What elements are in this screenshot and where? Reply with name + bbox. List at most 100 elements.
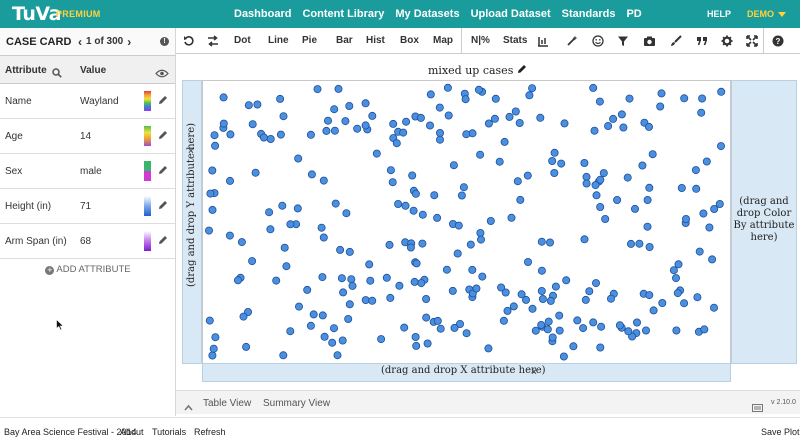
case-point[interactable] [208, 351, 217, 360]
case-point[interactable] [339, 288, 348, 297]
case-point[interactable] [433, 316, 442, 325]
case-point[interactable] [695, 247, 704, 256]
case-point[interactable] [497, 283, 506, 292]
case-point[interactable] [632, 318, 641, 327]
plot-type-dot[interactable]: Dot [234, 35, 251, 46]
case-point[interactable] [210, 131, 219, 140]
case-point[interactable] [692, 184, 701, 193]
nav-link-my-datasets[interactable]: My Datasets [395, 8, 459, 20]
case-point[interactable] [702, 157, 711, 166]
case-point[interactable] [644, 122, 653, 131]
case-point[interactable] [318, 311, 327, 320]
case-point[interactable] [318, 273, 327, 282]
help-icon[interactable]: ? [772, 34, 784, 52]
case-point[interactable] [208, 205, 217, 214]
case-point[interactable] [276, 130, 285, 139]
case-point[interactable] [604, 122, 613, 131]
pencil-icon[interactable] [158, 95, 168, 108]
case-point[interactable] [324, 116, 333, 125]
add-attribute-button[interactable]: + ADD ATTRIBUTE [0, 264, 176, 275]
case-point[interactable] [507, 213, 516, 222]
case-point[interactable] [410, 277, 419, 286]
case-point[interactable] [259, 133, 268, 142]
case-point[interactable] [643, 196, 652, 205]
case-point[interactable] [313, 85, 322, 94]
case-point[interactable] [589, 318, 598, 327]
case-point[interactable] [453, 249, 462, 258]
case-point[interactable] [599, 169, 608, 178]
case-point[interactable] [368, 111, 377, 120]
case-point[interactable] [649, 306, 658, 315]
case-point[interactable] [251, 168, 260, 177]
case-point[interactable] [581, 295, 590, 304]
case-point[interactable] [328, 338, 337, 347]
case-point[interactable] [591, 279, 600, 288]
case-point[interactable] [615, 321, 624, 330]
case-point[interactable] [709, 303, 718, 312]
case-point[interactable] [630, 204, 639, 213]
case-point[interactable] [386, 166, 395, 175]
case-point[interactable] [484, 344, 493, 353]
case-point[interactable] [211, 333, 220, 342]
case-point[interactable] [286, 220, 295, 229]
plot-area[interactable] [202, 80, 731, 364]
case-point[interactable] [643, 222, 652, 231]
case-point[interactable] [505, 112, 514, 121]
case-point[interactable] [491, 94, 500, 103]
case-point[interactable] [330, 126, 339, 135]
case-point[interactable] [490, 114, 499, 123]
case-point[interactable] [454, 221, 463, 230]
case-point[interactable] [478, 272, 487, 281]
attribute-row[interactable]: Name Wayland [0, 84, 175, 119]
case-point[interactable] [537, 320, 546, 329]
case-point[interactable] [242, 342, 251, 351]
case-point[interactable] [582, 179, 591, 188]
case-point[interactable] [347, 275, 356, 284]
case-point[interactable] [548, 333, 557, 342]
attribute-row[interactable]: Height (in) 71 [0, 189, 175, 224]
case-point[interactable] [368, 296, 377, 305]
nav-link-pd[interactable]: PD [626, 8, 641, 20]
case-point[interactable] [624, 327, 633, 336]
case-point[interactable] [698, 94, 707, 103]
case-point[interactable] [418, 239, 427, 248]
case-point[interactable] [580, 159, 589, 168]
case-point[interactable] [697, 108, 706, 117]
case-point[interactable] [272, 276, 281, 285]
case-point[interactable] [592, 191, 601, 200]
case-point[interactable] [550, 148, 559, 157]
case-point[interactable] [286, 327, 295, 336]
case-point[interactable] [656, 102, 665, 111]
case-point[interactable] [344, 314, 353, 323]
case-point[interactable] [361, 296, 370, 305]
case-point[interactable] [294, 154, 303, 163]
case-point[interactable] [450, 323, 459, 332]
case-point[interactable] [205, 226, 213, 235]
expand-icon[interactable] [746, 34, 758, 52]
case-point[interactable] [672, 326, 681, 335]
case-point[interactable] [619, 123, 628, 132]
case-point[interactable] [557, 159, 566, 168]
case-point[interactable] [225, 231, 234, 240]
case-point[interactable] [244, 101, 253, 110]
case-point[interactable] [399, 128, 408, 137]
case-point[interactable] [462, 130, 471, 139]
gear-icon[interactable] [721, 34, 733, 52]
close-x-icon[interactable]: × [531, 367, 537, 378]
attribute-row[interactable]: Age 14 [0, 119, 175, 154]
smiley-icon[interactable] [592, 34, 604, 52]
attribute-row[interactable]: Arm Span (in) 68 [0, 224, 175, 259]
case-point[interactable] [279, 351, 288, 360]
case-point[interactable] [658, 298, 667, 307]
case-point[interactable] [516, 195, 525, 204]
case-point[interactable] [693, 293, 702, 302]
pencil-icon[interactable] [517, 64, 527, 77]
refresh-link[interactable]: Refresh [194, 427, 226, 437]
case-point[interactable] [638, 161, 647, 170]
case-point[interactable] [345, 101, 354, 110]
case-point[interactable] [430, 191, 439, 200]
about-link[interactable]: About [120, 427, 144, 437]
case-point[interactable] [333, 351, 342, 360]
case-point[interactable] [657, 89, 666, 98]
case-point[interactable] [648, 150, 657, 159]
